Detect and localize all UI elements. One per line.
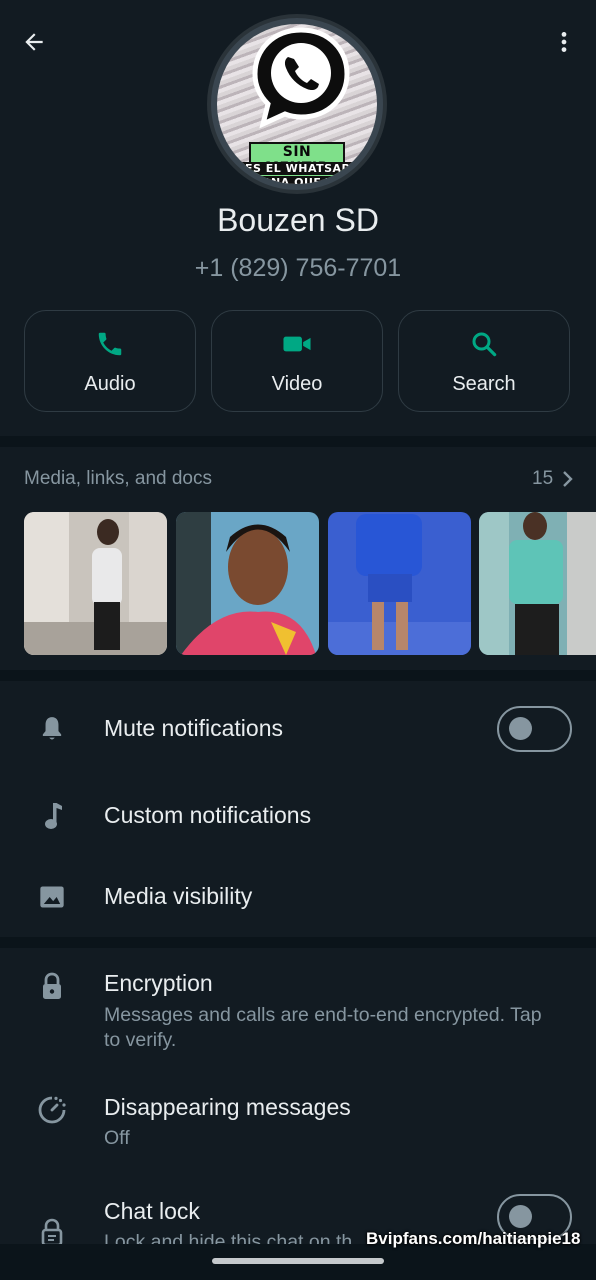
video-label: Video [271,373,323,395]
section-divider [0,670,596,681]
whatsapp-logo-icon [252,27,350,129]
avatar-image: SIN MENTIR NES EL WHATSAPP RONA QUE TE [217,24,377,184]
section-divider [0,436,596,447]
encryption-title: Encryption [104,970,213,996]
audio-call-button[interactable]: Audio [24,310,196,412]
mute-notifications-label: Mute notifications [104,715,283,741]
contact-name: Bouzen SD [217,202,379,238]
section-divider [0,937,596,948]
toggle-knob [509,717,532,740]
media-thumbnail[interactable] [24,512,167,655]
media-visibility-row[interactable] [0,860,596,934]
disappearing-messages-status: Off [104,1127,130,1149]
chevron-right-icon[interactable] [560,470,574,488]
more-options-button[interactable] [544,22,584,62]
more-vertical-icon [561,32,567,52]
mute-notifications-toggle[interactable] [497,706,572,752]
watermark-text: Bvipfans.com/haitianpie18 [366,1229,581,1248]
phone-icon [98,332,122,356]
contact-phone: +1 (829) 756-7701 [194,254,402,282]
custom-notifications-label: Custom notifications [104,802,312,828]
image-icon [37,882,67,912]
photo-thumbnail-image [24,512,167,655]
search-label: Search [452,373,516,395]
toggle-knob [509,1205,532,1228]
media-visibility-label: Media visibility [104,883,253,909]
avatar-banner-line1: NES EL WHATSAPP [227,162,367,175]
timer-icon [37,1095,67,1125]
media-count[interactable]: 15 [532,468,553,490]
chat-lock-title: Chat lock [104,1198,200,1224]
photo-thumbnail-image [479,512,596,655]
profile-avatar[interactable]: SIN MENTIR NES EL WHATSAPP RONA QUE TE [207,14,387,194]
audio-label: Audio [84,373,136,395]
encryption-subtitle: Messages and calls are end-to-end encryp… [104,1004,542,1051]
music-note-icon [37,801,67,831]
avatar-banner-line2: RONA QUE TE [227,176,367,184]
search-button[interactable]: Search [398,310,570,412]
media-thumbnail[interactable] [176,512,319,655]
disappearing-messages-title: Disappearing messages [104,1094,351,1120]
bell-icon [37,714,67,744]
back-button[interactable] [14,22,54,62]
home-gesture-handle[interactable] [212,1258,384,1264]
video-call-button[interactable]: Video [211,310,383,412]
media-thumbnail[interactable] [328,512,471,655]
media-section-title[interactable]: Media, links, and docs [24,468,212,490]
video-camera-icon [283,336,311,352]
photo-thumbnail-image [176,512,319,655]
search-icon [472,332,497,357]
lock-icon [37,972,67,1002]
photo-thumbnail-image [328,512,471,655]
media-thumbnail[interactable] [479,512,596,655]
arrow-left-icon [25,33,43,51]
